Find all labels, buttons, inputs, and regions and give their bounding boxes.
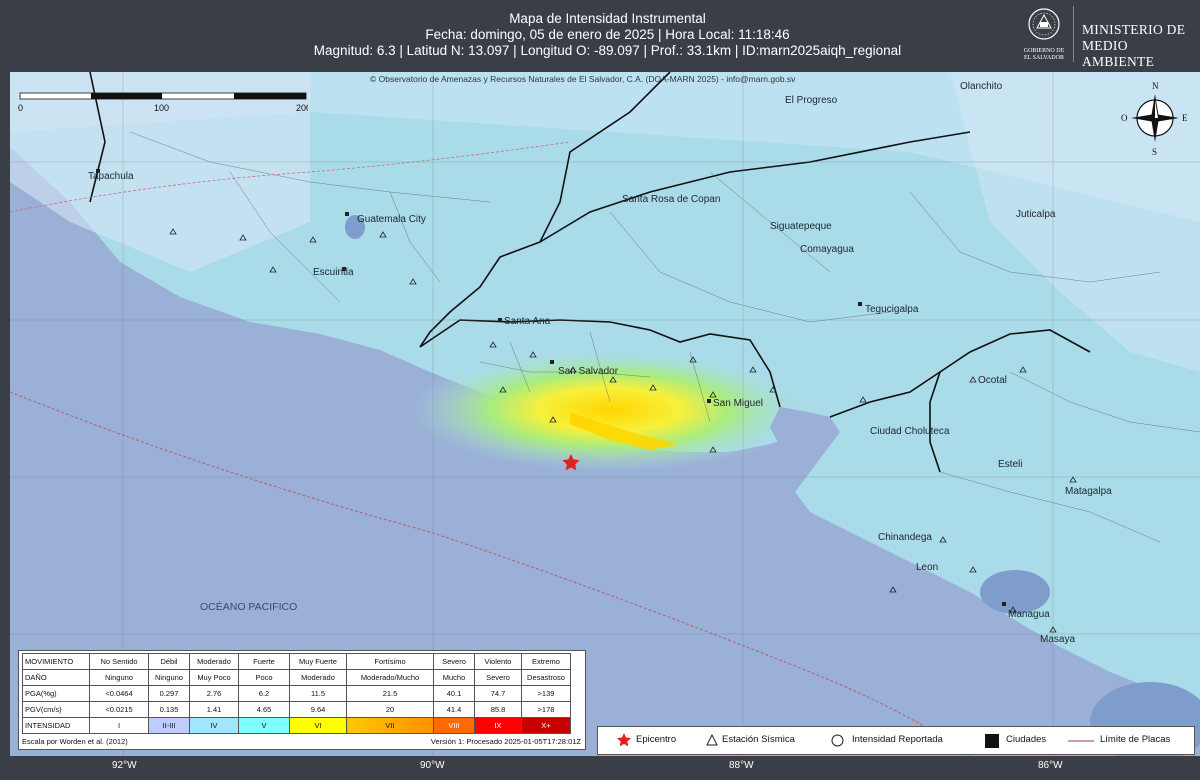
city-label: Managua [1008,609,1050,620]
coordinate-footer [0,756,1200,780]
city-label: San Salvador [558,366,619,377]
legend-version: Versión 1: Procesado 2025-01-05T17:28:01… [430,737,581,746]
map-title: Mapa de Intensidad Instrumental [509,11,706,26]
key-reported: Intensidad Reportada [852,734,943,745]
header: Mapa de Intensidad Instrumental Fecha: d… [0,0,1200,72]
lon-label: 86°W [1038,760,1063,771]
legend-row-damage: DAÑO Ninguno Ninguno Muy Poco Poco Moderado… [22,669,571,686]
city-label: Ocotal [978,375,1007,386]
city-label: San Miguel [713,398,763,409]
scale-label-200: 200 [296,103,308,113]
compass-rose-icon: N S O E [1121,81,1188,156]
scale-bar: 0 100 200 [18,92,308,113]
svg-text:S: S [1152,147,1157,156]
circle-reported-icon [831,734,844,747]
city-label: Escuintla [313,267,354,278]
key-plates: Límite de Placas [1100,734,1171,745]
city-label: Matagalpa [1065,486,1112,497]
logo-caption: GOBIERNO DE EL SALVADOR [1023,48,1065,61]
city-label: Olanchito [960,81,1003,92]
date-line: Fecha: domingo, 05 de enero de 2025 | Ho… [425,27,790,42]
ocean-label: OCÉANO PACIFICO [200,600,297,613]
city-square-icon [985,734,999,748]
city-label: Tegucigalpa [865,304,919,315]
lon-label: 90°W [420,760,445,771]
svg-text:O: O [1121,113,1128,123]
lake-managua [980,570,1050,614]
city-label: Siguatepeque [770,221,832,232]
key-epicenter: Epicentro [636,734,677,745]
key-cities: Ciudades [1006,734,1047,745]
city-label: Ciudad Choluteca [870,426,950,437]
city-label: Esteli [998,459,1022,470]
plate-boundary-line-icon [1068,740,1094,742]
scale-label-0: 0 [18,103,23,113]
legend-row-pga: PGA(%g) <0.0464 0.297 2.76 6.2 11.5 21.5 40.… [22,685,571,702]
copyright-notice: © Observatorio de Amenazas y Recursos Na… [370,74,796,84]
epicenter-star-icon [617,733,631,747]
city-label: Santa Rosa de Copan [622,194,720,205]
legend-source: Escala por Worden et al. (2012) [22,737,128,746]
city-label: Masaya [1040,634,1075,645]
scale-label-100: 100 [154,103,169,113]
city-label: Comayagua [800,244,854,255]
ministry-name: MINISTERIO DE MEDIO AMBIENTE [1082,22,1186,69]
map-key: Epicentro Estación Sísmica Intensidad Re… [597,726,1195,755]
divider [1073,6,1074,62]
intensity-legend: MOVIMIENTO No Sentido Débil Moderado Fuert… [18,650,586,750]
legend-row-intensity: INTENSIDAD I II-III IV V VI VII VIII IX … [22,717,571,734]
lon-label: 88°W [729,760,754,771]
legend-row-movement: MOVIMIENTO No Sentido Débil Moderado Fuert… [22,653,571,670]
city-label: Juticalpa [1016,209,1056,220]
lon-label: 92°W [112,760,137,771]
city-label: Santa Ana [504,316,551,327]
svg-text:N: N [1152,81,1159,91]
city-label: Tapachula [88,171,134,182]
city-label: El Progreso [785,95,838,106]
city-label: Guatemala City [357,214,426,225]
triangle-station-icon [706,734,718,746]
key-station: Estación Sísmica [722,734,795,745]
params-line: Magnitud: 6.3 | Latitud N: 13.097 | Long… [313,43,902,58]
city-label: Chinandega [878,532,932,543]
legend-row-pgv: PGV(cm/s) <0.0215 0.135 1.41 4.65 9.64 20 41… [22,701,571,718]
svg-text:E: E [1182,113,1188,123]
city-label: Leon [916,562,938,573]
